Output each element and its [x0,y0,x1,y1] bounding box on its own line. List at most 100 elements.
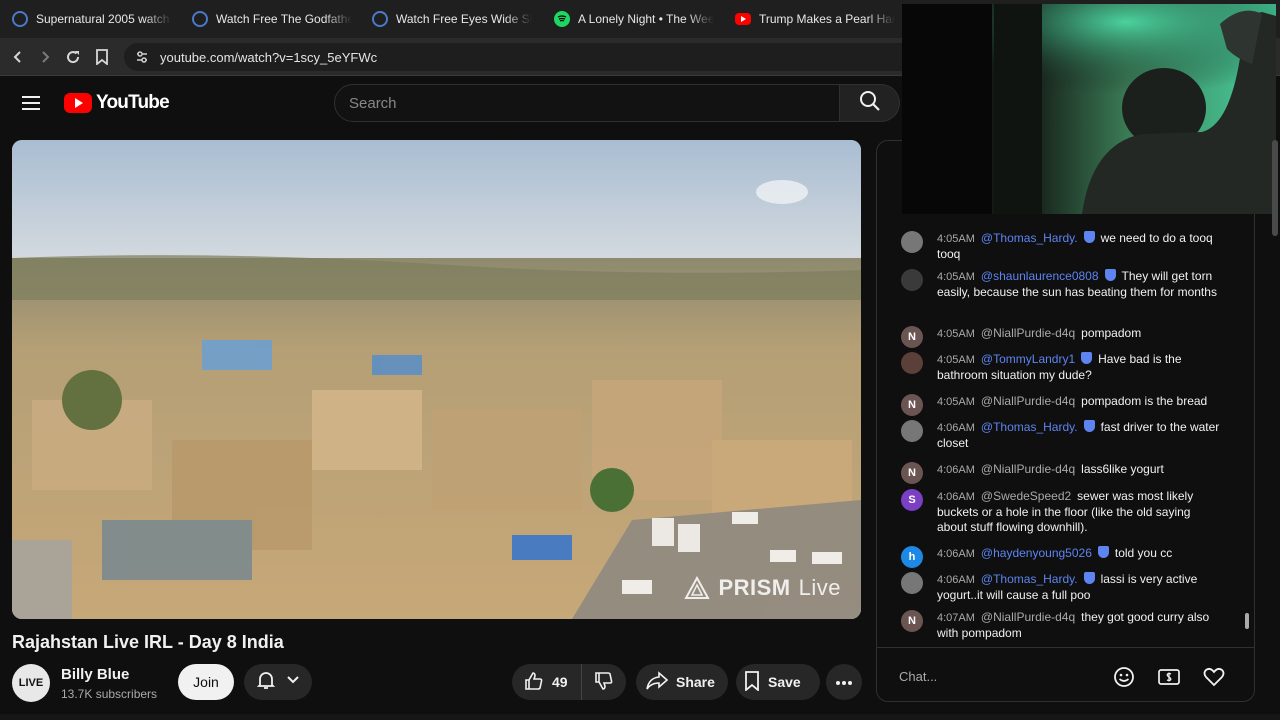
message-author[interactable]: @haydenyoung5026 [981,546,1092,560]
forward-icon[interactable] [34,46,56,68]
chat-message: N 4:07AM @NiallPurdie-d4q they got good cu… [901,610,1221,641]
super-chat-icon[interactable] [1157,665,1181,689]
channel-avatar[interactable]: LIVE [12,664,50,702]
webcam-feed [902,4,1276,214]
tab-label: Trump Makes a Pearl Harb [759,12,895,26]
heart-icon[interactable] [1202,665,1226,689]
tab-label: Watch Free The Godfather [216,12,352,26]
user-avatar[interactable] [901,269,923,291]
message-author[interactable]: @Thomas_Hardy. [981,572,1078,586]
emoji-icon[interactable] [1112,665,1136,689]
chat-input-row: Chat... [877,647,1254,701]
message-author[interactable]: @Thomas_Hardy. [981,231,1078,245]
like-button[interactable]: 49 [512,664,582,700]
chat-message: N 4:06AM @NiallPurdie-d4q lass6like yogurt [901,462,1221,484]
prism-live-watermark: PRISM Live [684,575,841,601]
message-time: 4:05AM [937,328,975,340]
more-horizontal-icon [835,673,853,691]
user-avatar[interactable]: h [901,546,923,568]
live-chat-panel: 4:05AM @Thomas_Hardy. we need to do a tooq… [876,140,1255,702]
user-avatar[interactable] [901,231,923,253]
watermark-brand: PRISM [718,575,791,600]
user-avatar[interactable] [901,572,923,594]
user-avatar[interactable]: S [901,489,923,511]
chat-message: 4:05AM @TommyLandry1 Have bad is the bathr… [901,352,1221,383]
page-scrollbar-thumb[interactable] [1272,140,1278,236]
site-settings-icon[interactable] [134,49,150,65]
message-author[interactable]: @Thomas_Hardy. [981,420,1078,434]
globe-icon [12,11,28,27]
chat-scrollbar[interactable] [1243,189,1251,649]
user-avatar[interactable] [901,352,923,374]
search-input[interactable]: Search [334,84,840,122]
message-author[interactable]: @shaunlaurence0808 [981,269,1099,283]
dislike-button[interactable] [582,671,626,694]
message-time: 4:07AM [937,612,975,624]
video-player[interactable]: PRISM Live [12,140,861,619]
user-avatar[interactable] [901,420,923,442]
user-avatar[interactable]: N [901,610,923,632]
join-button[interactable]: Join [178,664,234,700]
chat-message: N 4:05AM @NiallPurdie-d4q pompadom is the … [901,394,1221,416]
chat-message: 4:06AM @Thomas_Hardy. fast driver to the w… [901,420,1221,451]
message-time: 4:05AM [937,354,975,366]
message-text: fast driver to the water closet [937,420,1220,450]
bookmark-icon[interactable] [91,46,113,68]
user-avatar[interactable]: N [901,326,923,348]
share-button[interactable]: Share [636,664,728,700]
message-author[interactable]: @NiallPurdie-d4q [981,326,1075,340]
share-icon [646,670,669,694]
logo-text: YouTube [96,92,170,113]
verified-badge-icon [1097,546,1109,558]
message-time: 4:06AM [937,574,975,586]
chat-message: 4:05AM @Thomas_Hardy. we need to do a tooq… [901,231,1221,262]
message-time: 4:06AM [937,548,975,560]
message-text: lass6like yogurt [1081,462,1164,476]
message-author[interactable]: @NiallPurdie-d4q [981,394,1075,408]
save-button[interactable]: Save [736,664,820,700]
browser-tab[interactable]: A Lonely Night • The Week [554,6,714,32]
notifications-button[interactable] [244,664,312,700]
message-time: 4:05AM [937,233,975,245]
youtube-play-icon [64,93,92,113]
back-icon[interactable] [7,46,29,68]
message-author[interactable]: @NiallPurdie-d4q [981,610,1075,624]
user-avatar[interactable]: N [901,394,923,416]
message-time: 4:05AM [937,271,975,283]
browser-tab[interactable]: Watch Free Eyes Wide Shut [372,6,532,32]
message-time: 4:06AM [937,491,975,503]
browser-tab[interactable]: Supernatural 2005 watch fr [12,6,172,32]
globe-icon [372,11,388,27]
webcam-overlay [902,4,1276,214]
search-button[interactable] [840,84,900,122]
message-time: 4:06AM [937,422,975,434]
message-author[interactable]: @SwedeSpeed2 [981,489,1071,503]
chat-scrollbar-thumb[interactable] [1245,613,1249,629]
reload-icon[interactable] [62,46,84,68]
browser-tab[interactable]: Trump Makes a Pearl Harb [735,6,895,32]
youtube-logo[interactable]: YouTube [64,92,170,114]
message-author[interactable]: @TommyLandry1 [981,352,1075,366]
verified-badge-icon [1081,352,1093,364]
watermark-live: Live [798,575,841,600]
youtube-header: YouTube Search [0,76,900,132]
channel-name[interactable]: Billy Blue [61,666,129,683]
save-label: Save [768,674,801,690]
chat-input[interactable]: Chat... [899,662,1109,690]
browser-tab[interactable]: Watch Free The Godfather [192,6,352,32]
chat-message: h 4:06AM @haydenyoung5026 told you cc [901,546,1221,568]
message-author[interactable]: @NiallPurdie-d4q [981,462,1075,476]
more-actions-button[interactable] [826,664,862,700]
chat-message: S 4:06AM @SwedeSpeed2 sewer was most likel… [901,489,1221,535]
video-frame [12,140,861,619]
page-scrollbar[interactable] [1270,140,1280,720]
user-avatar[interactable]: N [901,462,923,484]
url-text: youtube.com/watch?v=1scy_5eYFWc [160,49,378,65]
chat-message: 4:05AM @shaunlaurence0808 They will get to… [901,269,1221,300]
tab-label: A Lonely Night • The Week [578,12,714,26]
hamburger-menu-icon[interactable] [20,92,42,114]
message-time: 4:05AM [937,396,975,408]
bookmark-icon [744,670,760,694]
chat-message-list[interactable]: 4:05AM @Thomas_Hardy. we need to do a tooq… [877,189,1247,647]
message-text: pompadom is the bread [1081,394,1208,408]
